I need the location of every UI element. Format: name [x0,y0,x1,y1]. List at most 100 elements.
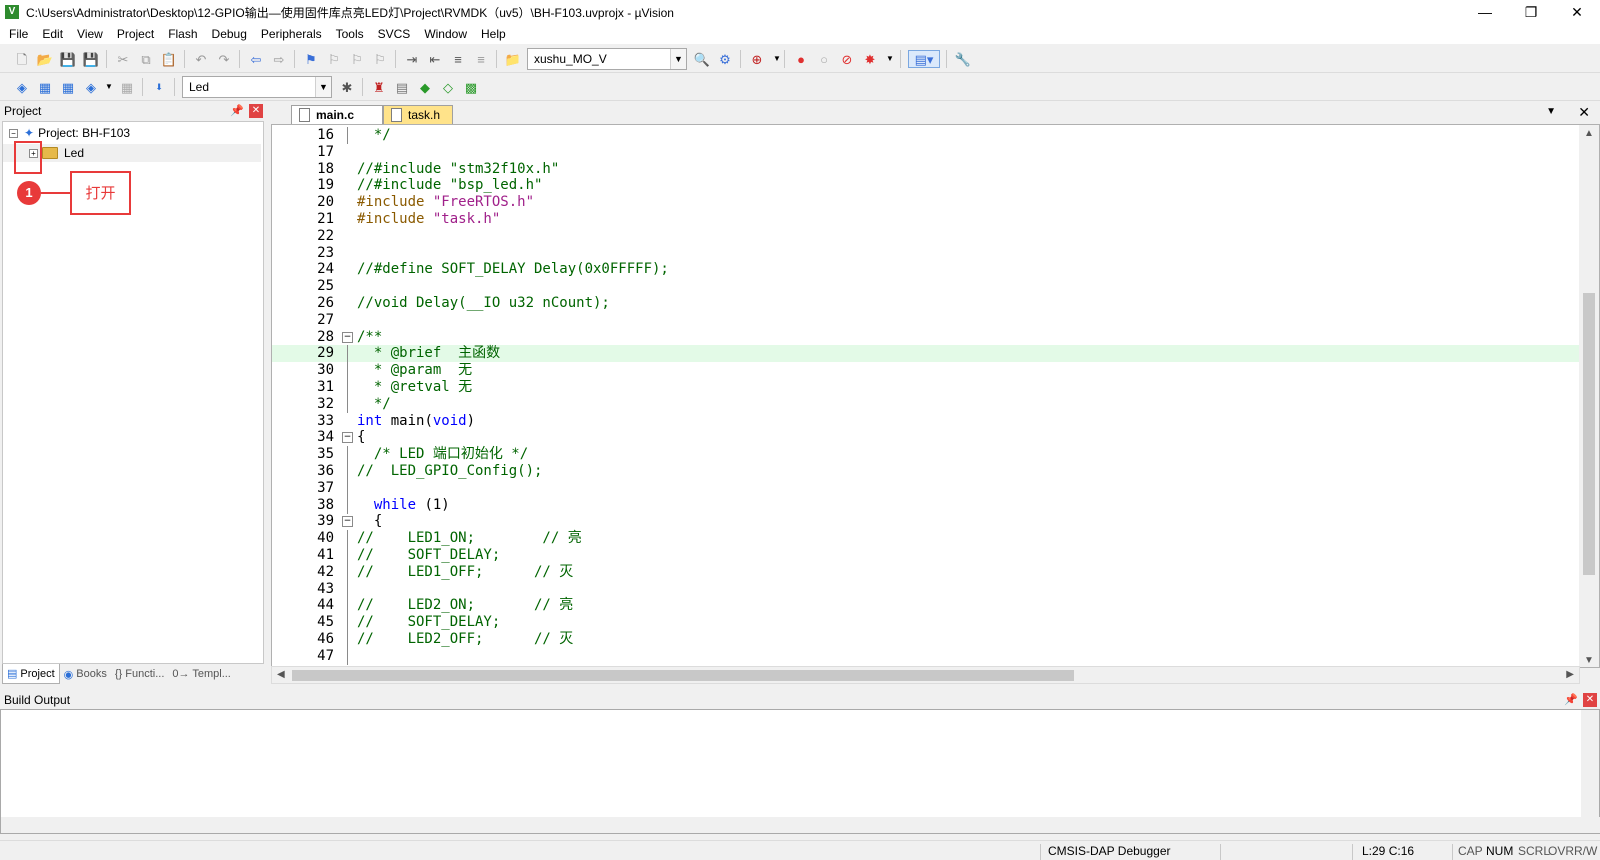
cut-icon[interactable]: ✂ [114,50,132,68]
breakpoint-icon[interactable]: ● [792,50,810,68]
run-time-environment-icon[interactable]: ▩ [462,78,480,96]
save-all-icon[interactable]: 💾 [82,50,100,68]
restore-button[interactable]: ❐ [1508,0,1554,24]
menu-project[interactable]: Project [110,27,161,41]
tab-main-c[interactable]: main.c [291,105,383,124]
code-line[interactable]: 30 * @param 无 [272,362,1581,380]
code-line[interactable]: 25 [272,278,1581,295]
chevron-down-icon[interactable]: ▼ [670,49,686,69]
target-select[interactable]: Led ▼ [182,76,332,98]
disable-breakpoint-icon[interactable]: ○ [815,50,833,68]
build-output-horizontal-scrollbar[interactable] [1,817,1600,833]
configure-window-icon[interactable]: ▤▾ [908,50,940,68]
scroll-thumb[interactable] [292,670,1074,681]
tab-templates[interactable]: 0→ Templ... [168,664,235,684]
navigate-forward-icon[interactable]: ⇨ [270,50,288,68]
code-line[interactable]: 22 [272,228,1581,245]
code-line[interactable]: 45 // SOFT_DELAY; [272,614,1581,632]
tab-list-icon[interactable]: ▼ [1546,106,1556,117]
find-combo[interactable]: xushu_MO_V ▼ [527,48,687,70]
select-packs-icon[interactable]: ▤ [393,78,411,96]
manage-project-items-icon[interactable]: ♜ [370,78,388,96]
next-bookmark-icon[interactable]: ⚐ [348,50,366,68]
code-line[interactable]: 21 #include "task.h" [272,211,1581,228]
menu-tools[interactable]: Tools [329,27,371,41]
copy-icon[interactable]: ⧉ [137,50,155,68]
code-line[interactable]: 38 while (1) [272,496,1581,514]
close-button[interactable]: ✕ [1554,0,1600,24]
scroll-up-icon[interactable]: ▲ [1584,128,1594,139]
editor-vertical-scrollbar[interactable]: ▲ ▼ [1579,125,1599,667]
close-editor-icon[interactable]: ✕ [1578,104,1590,121]
wrench-icon[interactable]: 🔧 [954,50,972,68]
code-line[interactable]: 35 /* LED 端口初始化 */ [272,446,1581,464]
find-icon[interactable]: 🔍 [693,50,711,68]
code-line[interactable]: 27 [272,312,1581,329]
rebuild-icon[interactable]: ▦ [59,78,77,96]
manage-rte-icon[interactable]: ◇ [439,78,457,96]
tab-functions[interactable]: {} Functi... [111,664,169,684]
code-line[interactable]: 43 [272,580,1581,598]
code-lines[interactable]: 16 */17 18//#include "stm32f10x.h" 19//#in… [272,125,1581,667]
close-icon[interactable]: ✕ [249,104,263,118]
code-line[interactable]: 33 int main(void) [272,413,1581,430]
incremental-find-icon[interactable]: ⚙ [716,50,734,68]
code-line[interactable]: 18 //#include "stm32f10x.h" [272,161,1581,178]
target-options-icon[interactable]: ✱ [338,78,356,96]
code-editor[interactable]: 16 */17 18//#include "stm32f10x.h" 19//#in… [271,124,1600,668]
disable-all-breakpoints-icon[interactable]: ⊘ [838,50,856,68]
redo-icon[interactable]: ↷ [215,50,233,68]
chevron-down-icon[interactable]: ▼ [100,78,118,96]
start-debug-icon[interactable]: ⊕ [748,50,766,68]
code-line[interactable]: 24 //#define SOFT_DELAY Delay(0x0FFFFF); [272,261,1581,278]
new-file-icon[interactable]: 🗋 [13,50,31,68]
code-line[interactable]: 31 * @retval 无 [272,379,1581,396]
code-line[interactable]: 37 [272,479,1581,497]
unindent-icon[interactable]: ⇤ [426,50,444,68]
pack-installer-icon[interactable]: ◆ [416,78,434,96]
menu-file[interactable]: File [0,27,35,41]
menu-peripherals[interactable]: Peripherals [254,27,329,41]
batch-build-icon[interactable]: ◈ [82,78,100,96]
code-line[interactable]: 23 [272,245,1581,262]
scroll-left-icon[interactable]: ◀ [277,669,285,680]
kill-breakpoints-icon[interactable]: ✸ [861,50,879,68]
menu-window[interactable]: Window [417,27,474,41]
tab-books[interactable]: ◉ Books [60,664,111,684]
fold-toggle-icon[interactable]: − [342,331,353,343]
uncomment-icon[interactable]: ≡ [472,50,490,68]
code-line[interactable]: 34−{ [272,429,1581,446]
tree-root[interactable]: − ✦ Project: BH-F103 [9,124,130,142]
chevron-down-icon[interactable]: ▼ [315,77,331,97]
collapse-icon[interactable]: − [9,128,18,138]
menu-view[interactable]: View [70,27,110,41]
code-line[interactable]: 19 //#include "bsp_led.h" [272,177,1581,194]
scroll-down-icon[interactable]: ▼ [1584,655,1594,666]
code-line[interactable]: 46 // LED2_OFF; // 灭 [272,631,1581,648]
code-line[interactable]: 39− { [272,513,1581,530]
chevron-down-icon[interactable]: ▼ [881,50,899,68]
navigate-back-icon[interactable]: ⇦ [247,50,265,68]
code-line[interactable]: 42 // LED1_OFF; // 灭 [272,563,1581,581]
fold-toggle-icon[interactable]: − [342,516,353,528]
code-line[interactable]: 17 [272,144,1581,161]
menu-help[interactable]: Help [474,27,513,41]
save-icon[interactable]: 💾 [59,50,77,68]
code-line[interactable]: 32 */ [272,395,1581,413]
bookmark-icon[interactable]: ⚑ [302,50,320,68]
prev-bookmark-icon[interactable]: ⚐ [325,50,343,68]
fold-toggle-icon[interactable]: − [342,432,353,444]
pin-icon[interactable]: 📌 [230,104,244,117]
scroll-right-icon[interactable]: ▶ [1566,669,1574,680]
find-in-files-icon[interactable]: 📁 [504,50,522,68]
build-icon[interactable]: ▦ [36,78,54,96]
code-line[interactable]: 26 //void Delay(__IO u32 nCount); [272,295,1581,312]
clear-bookmarks-icon[interactable]: ⚐ [371,50,389,68]
undo-icon[interactable]: ↶ [192,50,210,68]
load-download-icon[interactable]: ⬇ [150,78,168,96]
editor-horizontal-scrollbar[interactable]: ◀ ▶ [271,666,1580,684]
menu-debug[interactable]: Debug [205,27,254,41]
translate-icon[interactable]: ◈ [13,78,31,96]
open-file-icon[interactable]: 📂 [36,50,54,68]
pin-icon[interactable]: 📌 [1564,693,1578,706]
